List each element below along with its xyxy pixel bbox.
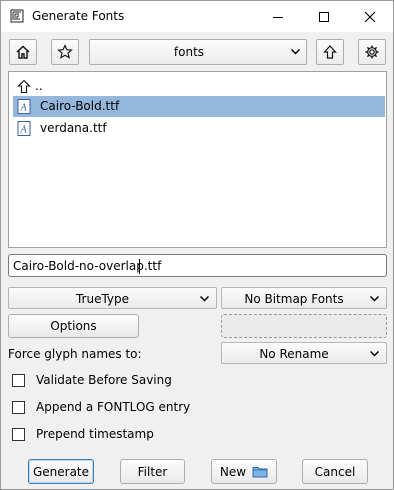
cancel-label: Cancel: [314, 464, 356, 479]
filter-button[interactable]: Filter: [120, 459, 185, 484]
validate-checkbox[interactable]: [12, 374, 25, 387]
chevron-down-icon: [291, 49, 300, 55]
outline-format-value: TrueType: [75, 292, 130, 306]
maximize-icon: [319, 11, 329, 22]
fontlog-label: Append a FONTLOG entry: [36, 400, 191, 414]
app-icon: [10, 9, 24, 23]
close-button[interactable]: [347, 1, 393, 32]
svg-text:A: A: [20, 103, 28, 114]
file-list[interactable]: .. A Cairo-Bold.ttf A verdana.ttf: [8, 71, 387, 248]
outline-format-select[interactable]: TrueType: [8, 287, 217, 309]
force-glyph-names-label: Force glyph names to:: [8, 347, 142, 361]
home-icon: [16, 45, 30, 59]
bitmap-options-button[interactable]: [221, 314, 387, 338]
title-bar: Generate Fonts: [1, 1, 393, 32]
close-icon: [364, 11, 376, 22]
file-name: verdana.ttf: [40, 121, 107, 135]
parent-directory-button[interactable]: [316, 39, 344, 65]
bitmap-format-select[interactable]: No Bitmap Fonts: [221, 287, 387, 309]
list-item-parent[interactable]: ..: [13, 76, 385, 97]
options-label: Options: [50, 319, 97, 333]
settings-button[interactable]: [358, 39, 386, 65]
timestamp-label: Prepend timestamp: [36, 427, 154, 441]
file-name: Cairo-Bold.ttf: [40, 99, 120, 113]
new-folder-button[interactable]: New: [211, 459, 277, 484]
filename-input[interactable]: Cairo-Bold-no-overlap.ttf: [8, 254, 387, 277]
font-file-icon: A: [17, 121, 31, 136]
home-button[interactable]: [9, 39, 37, 65]
font-file-icon: A: [17, 99, 31, 114]
cancel-button[interactable]: Cancel: [302, 459, 368, 484]
directory-combo[interactable]: fonts: [89, 39, 307, 65]
window-title: Generate Fonts: [32, 9, 125, 23]
arrow-up-icon: [323, 45, 337, 59]
generate-fonts-dialog: Generate Fonts fonts .. A Cairo-Bold.ttf…: [0, 0, 394, 490]
arrow-up-icon: [17, 79, 31, 94]
folder-icon: [252, 467, 268, 478]
generate-button[interactable]: Generate: [28, 459, 94, 484]
minimize-button[interactable]: [255, 1, 301, 32]
bookmark-button[interactable]: [51, 39, 79, 65]
glyph-rename-value: No Rename: [259, 347, 329, 361]
file-name: ..: [35, 79, 43, 93]
options-button[interactable]: Options: [8, 314, 139, 338]
minimize-icon: [273, 16, 283, 18]
chevron-down-icon: [200, 296, 209, 302]
text-caret: [139, 259, 140, 274]
generate-label: Generate: [32, 464, 90, 479]
filter-label: Filter: [137, 464, 168, 479]
fontlog-checkbox[interactable]: [12, 401, 25, 414]
bitmap-format-value: No Bitmap Fonts: [244, 292, 344, 306]
timestamp-checkbox[interactable]: [12, 428, 25, 441]
list-item-selected[interactable]: A Cairo-Bold.ttf: [13, 96, 385, 117]
chevron-down-icon: [370, 351, 379, 357]
glyph-rename-select[interactable]: No Rename: [221, 342, 387, 364]
svg-text:A: A: [20, 125, 28, 136]
chevron-down-icon: [370, 296, 379, 302]
list-item[interactable]: A verdana.ttf: [13, 118, 385, 139]
new-label: New: [219, 464, 247, 479]
maximize-button[interactable]: [301, 1, 347, 32]
gear-icon: [365, 45, 379, 59]
star-icon: [57, 44, 73, 59]
directory-label: fonts: [173, 45, 205, 59]
validate-label: Validate Before Saving: [36, 373, 172, 387]
